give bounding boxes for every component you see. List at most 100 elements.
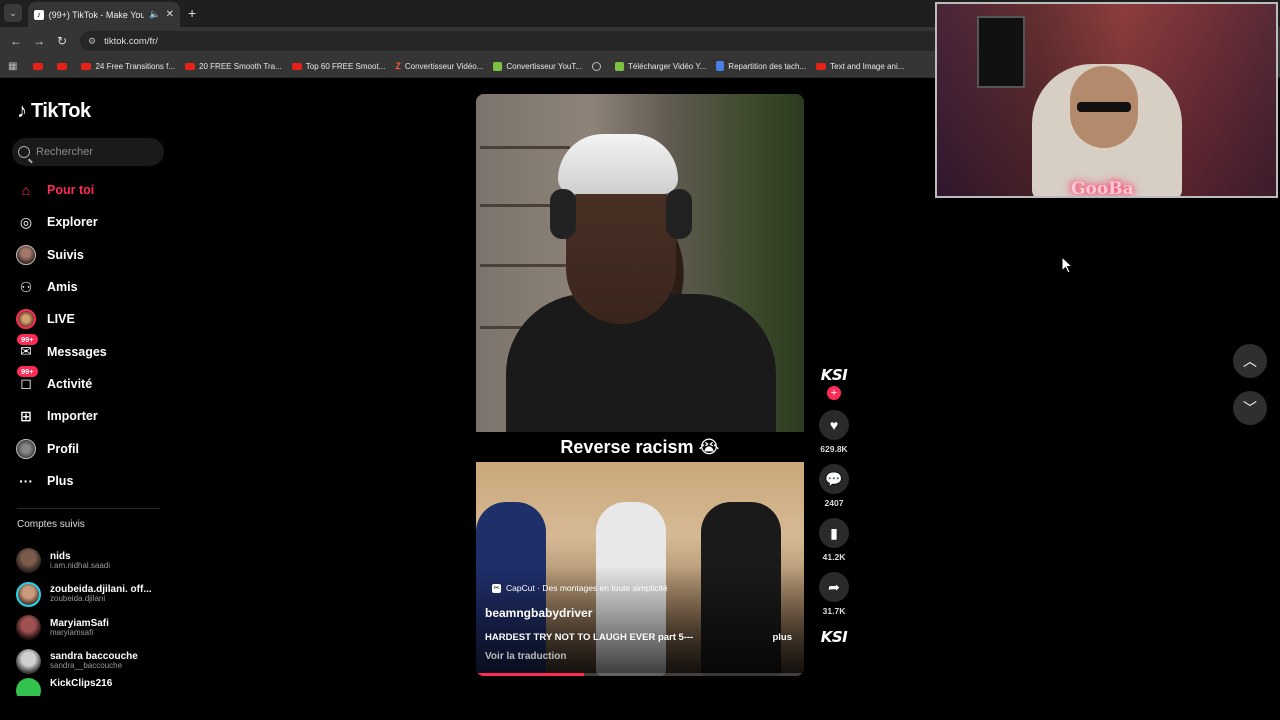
nav-label: Messages: [47, 344, 107, 359]
nav-item-pour-toi[interactable]: ⌂ Pour toi: [15, 174, 165, 206]
video-username[interactable]: beamngbabydriver: [485, 606, 592, 620]
comment-action[interactable]: 💬 2407: [815, 464, 853, 508]
video-description: HARDEST TRY NOT TO LAUGH EVER part 5---: [485, 632, 694, 643]
tiktok-logo[interactable]: ♪ TikTok: [17, 100, 91, 123]
action-rail: KSI + ♥ 629.8K 💬 2407 ▮ 41.2K ➦ 31.7K KS…: [815, 366, 853, 646]
site-settings-icon[interactable]: ⚙: [88, 36, 96, 47]
reload-icon[interactable]: ↻: [57, 34, 67, 48]
chevron-up-icon: ︿: [1243, 353, 1257, 369]
bookmark-item[interactable]: Top 60 FREE Smoot...: [291, 62, 385, 71]
back-icon[interactable]: ←: [10, 34, 22, 48]
nav-label: Pour toi: [47, 183, 95, 198]
nav-label: Importer: [47, 409, 98, 424]
nav-item-messages[interactable]: ✉ 99+ Messages: [15, 333, 165, 367]
nav-item-activite[interactable]: ◻ 99+ Activité: [15, 365, 165, 400]
bookmark-item[interactable]: Repartition des tach...: [716, 61, 806, 71]
following-item[interactable]: nids i.am.nidhal.saadi: [16, 544, 166, 578]
doc-icon: [716, 61, 725, 71]
avatar: [16, 615, 41, 641]
nav-item-live[interactable]: LIVE: [15, 303, 165, 335]
bookmark-item[interactable]: [33, 62, 47, 70]
url-field[interactable]: ⚙ tiktok.com/fr/: [80, 31, 940, 51]
live-icon: [15, 308, 37, 330]
tab-search-icon[interactable]: ⌄: [4, 4, 22, 22]
nav-item-profil[interactable]: Profil: [15, 432, 165, 464]
capcut-label: CapCut · Des montages en toute simplicit…: [506, 583, 668, 593]
like-count: 629.8K: [820, 444, 848, 454]
bandana: [558, 134, 678, 194]
sunglasses: [1077, 102, 1131, 112]
following-handle: zoubeida.djilani: [50, 594, 106, 604]
following-item[interactable]: MaryiamSafi maryiamsafi: [16, 611, 166, 645]
comment-icon[interactable]: 💬: [819, 464, 849, 494]
search-icon: [18, 146, 30, 158]
following-item[interactable]: zoubeida.djilani. off... zoubeida.djilani: [16, 578, 166, 612]
bookmark-icon[interactable]: ▮: [819, 518, 849, 548]
apps-grid-icon[interactable]: ▦: [8, 61, 17, 72]
nav-item-suivis[interactable]: Suivis: [15, 239, 165, 271]
video-player[interactable]: Reverse racism 😭 ✂ CapCut · Des montages…: [476, 94, 804, 676]
bookmark-item[interactable]: Z Convertisseur Vidéo...: [395, 61, 483, 71]
speaker-icon[interactable]: 🔈: [149, 9, 160, 20]
youtube-icon: [816, 62, 827, 70]
wall-frame: [977, 16, 1025, 88]
youtube-icon: [57, 62, 68, 70]
chevron-down-icon: ﹀: [1243, 400, 1257, 416]
url-text: tiktok.com/fr/: [104, 35, 158, 47]
search-bar[interactable]: [12, 138, 164, 166]
save-count: 41.2K: [822, 552, 846, 562]
youtube-icon: [33, 62, 44, 70]
new-tab-icon[interactable]: +: [188, 5, 196, 21]
close-tab-icon[interactable]: ✕: [166, 9, 174, 20]
video-frame-top: [476, 94, 804, 434]
nav-item-explorer[interactable]: ◎ Explorer: [15, 206, 165, 238]
tiktok-favicon-icon: ♪: [34, 9, 44, 20]
share-action[interactable]: ➦ 31.7K: [815, 572, 853, 616]
messages-badge: 99+: [17, 333, 38, 345]
capcut-icon: ✂: [492, 583, 501, 593]
home-icon: ⌂: [21, 182, 31, 199]
nav-label: LIVE: [47, 312, 75, 327]
divider: [17, 508, 160, 509]
avatar-icon: [15, 244, 37, 266]
creator-avatar[interactable]: KSI: [815, 366, 853, 384]
following-item[interactable]: KickClips216: [16, 678, 166, 696]
following-item[interactable]: sandra baccouche sandra__baccouche: [16, 645, 166, 679]
forward-icon[interactable]: →: [33, 34, 45, 48]
activity-badge: 99+: [17, 365, 38, 377]
search-input[interactable]: [36, 146, 156, 158]
follow-button[interactable]: +: [827, 386, 841, 400]
webcam-overlay: GooBa: [935, 2, 1278, 198]
capcut-tag[interactable]: ✂ CapCut · Des montages en toute simplic…: [492, 583, 668, 593]
upload-icon: ⊞: [20, 407, 32, 424]
nav-item-amis[interactable]: ⚇ Amis: [15, 271, 165, 303]
previous-video-button[interactable]: ︿: [1233, 344, 1267, 378]
more-link[interactable]: plus: [772, 632, 792, 643]
nav-item-plus[interactable]: ··· Plus: [15, 465, 165, 497]
browser-tab[interactable]: ♪ (99+) TikTok - Make Your Day 🔈 ✕: [28, 2, 180, 27]
translate-link[interactable]: Voir la traduction: [485, 651, 567, 662]
bookmark-item[interactable]: Télécharger Vidéo Y...: [615, 61, 706, 71]
nav-label: Explorer: [47, 215, 98, 230]
nav-label: Activité: [47, 376, 93, 391]
share-icon[interactable]: ➦: [819, 572, 849, 602]
video-progress[interactable]: [476, 673, 804, 676]
nav-item-importer[interactable]: ⊞ Importer: [15, 400, 165, 432]
save-action[interactable]: ▮ 41.2K: [815, 518, 853, 562]
nav-label: Amis: [47, 280, 78, 295]
following-list: nids i.am.nidhal.saadi zoubeida.djilani. …: [16, 544, 166, 696]
bookmark-item[interactable]: Text and Image ani...: [816, 62, 904, 71]
bookmark-item[interactable]: [592, 61, 605, 71]
bookmark-item[interactable]: Convertisseur YouT...: [493, 61, 582, 71]
shelf: [480, 264, 570, 267]
bookmark-item[interactable]: 20 FREE Smooth Tra...: [185, 62, 282, 71]
heart-icon[interactable]: ♥: [819, 410, 849, 440]
bookmark-item[interactable]: 24 Free Transitions f...: [81, 62, 175, 71]
bookmark-item[interactable]: [57, 62, 71, 70]
avatar: [16, 581, 41, 607]
shelf: [480, 146, 570, 149]
sidebar-nav: ⌂ Pour toi ◎ Explorer Suivis ⚇ Amis LIVE…: [15, 174, 165, 497]
next-video-button[interactable]: ﹀: [1233, 391, 1267, 425]
music-disc[interactable]: KSI: [815, 628, 853, 646]
like-action[interactable]: ♥ 629.8K: [815, 410, 853, 454]
